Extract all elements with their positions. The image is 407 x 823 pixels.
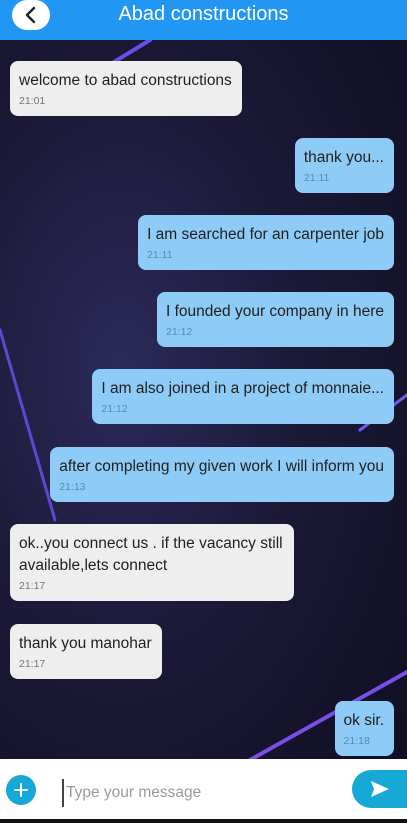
bottom-edge <box>0 819 407 823</box>
message-bubble-outgoing: ok sir. 21:18 <box>334 701 394 756</box>
message-text: ok..you connect us . if the vacancy stil… <box>19 535 283 574</box>
message-text: thank you manohar <box>19 635 152 652</box>
message-bubble-outgoing: I am searched for an carpenter job 21:11 <box>138 215 394 270</box>
message-text: welcome to abad constructions <box>19 72 232 89</box>
app-bar: Abad constructions <box>0 0 407 40</box>
message-input[interactable] <box>62 779 338 807</box>
message-text: I am also joined in a project of monnaie… <box>101 380 384 397</box>
message-time: 21:18 <box>343 735 370 747</box>
message-time: 21:12 <box>166 326 193 338</box>
message-composer <box>0 759 407 823</box>
send-icon <box>370 781 389 797</box>
message-time: 21:01 <box>19 95 46 107</box>
message-time: 21:13 <box>59 481 86 493</box>
message-text: thank you... <box>303 149 384 166</box>
message-text: I am searched for an carpenter job <box>147 226 384 243</box>
add-attachment-button[interactable] <box>6 775 36 805</box>
message-bubble-incoming: thank you manohar 21:17 <box>10 624 162 679</box>
message-time: 21:11 <box>303 172 330 184</box>
message-time: 21:12 <box>101 403 128 415</box>
message-time: 21:11 <box>147 249 173 261</box>
message-bubble-outgoing: thank you... 21:11 <box>294 138 394 193</box>
message-bubble-outgoing: after completing my given work I will in… <box>50 447 394 502</box>
chat-screen: Abad constructions welcome to abad const… <box>0 0 407 823</box>
send-button[interactable] <box>352 770 407 808</box>
plus-icon <box>14 783 28 797</box>
message-bubble-incoming: ok..you connect us . if the vacancy stil… <box>10 524 294 601</box>
message-bubble-outgoing: I am also joined in a project of monnaie… <box>92 369 394 424</box>
message-time: 21:17 <box>19 658 46 670</box>
message-text: after completing my given work I will in… <box>59 458 384 475</box>
message-bubble-outgoing: I founded your company in here 21:12 <box>157 292 394 347</box>
message-time: 21:17 <box>19 580 46 592</box>
page-title: Abad constructions <box>118 3 289 25</box>
message-bubble-incoming: welcome to abad constructions 21:01 <box>10 61 242 116</box>
message-text: ok sir. <box>343 712 384 729</box>
message-text: I founded your company in here <box>166 303 384 320</box>
